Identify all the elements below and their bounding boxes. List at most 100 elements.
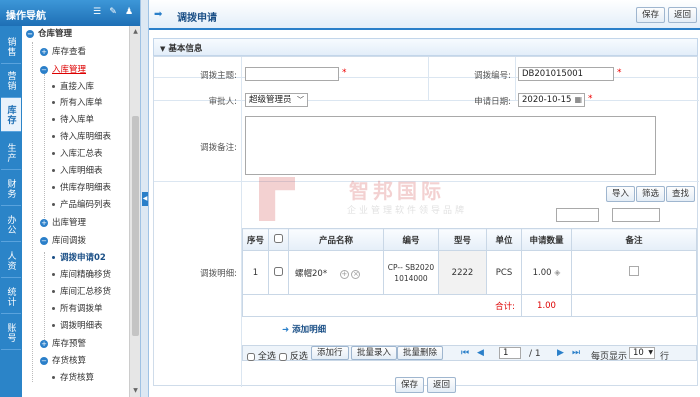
page-input[interactable]: 1 (499, 347, 521, 359)
date-label: 申请日期: (474, 97, 511, 107)
detail-table: 序号 产品名称 编号 型号 单位 申请数量 备注 1 螺帽20* + × CP-… (242, 228, 697, 317)
tab-office[interactable]: 办公 (1, 208, 21, 242)
tree-scrollbar[interactable]: ▲ ▼ (129, 26, 140, 397)
tab-production[interactable]: 生产 (1, 136, 21, 170)
detail-filter-input-2[interactable] (612, 208, 660, 222)
list-icon[interactable]: ☰ (92, 7, 102, 17)
invert-checkbox[interactable]: 反选 (279, 349, 308, 362)
first-page-icon[interactable]: ⏮ (461, 348, 469, 358)
tree-root[interactable]: − 仓库管理 (26, 26, 72, 42)
select-all-checkbox[interactable]: 全选 (247, 349, 276, 362)
total-value: 1.00 (521, 294, 572, 317)
subject-label: 调拨主题: (200, 71, 237, 81)
collapse-icon[interactable]: − (26, 29, 34, 38)
header-checkbox[interactable] (274, 233, 283, 243)
chevron-down-icon[interactable]: ﹀ (297, 94, 304, 106)
add-detail-link[interactable]: ➜ 添加明细 (282, 323, 326, 335)
tree-item[interactable]: 存货核算 (52, 370, 94, 386)
scroll-down-icon[interactable]: ▼ (132, 387, 139, 394)
tree-item[interactable]: 调拨明细表 (52, 318, 103, 334)
tree-item[interactable]: 库间精确移货 (52, 267, 111, 283)
footer-save-button[interactable]: 保存 (395, 377, 425, 393)
tree-inbound[interactable]: − 入库管理 (40, 62, 86, 78)
column-header: 型号 (438, 228, 487, 251)
footer-back-button[interactable]: 返回 (427, 377, 457, 393)
date-input[interactable]: 2020-10-15 ▦ (518, 93, 585, 107)
tree-accounting[interactable]: − 存货核算 (40, 353, 86, 369)
number-input[interactable]: DB201015001 (518, 67, 614, 81)
wrench-icon[interactable]: ✎ (108, 7, 118, 17)
column-header: 申请数量 (521, 228, 572, 251)
detail-filter-input[interactable] (556, 208, 599, 222)
tab-finance[interactable]: 财务 (1, 172, 21, 206)
collapse-arrow-icon[interactable]: ◀ (142, 192, 148, 206)
tree-item[interactable]: 入库汇总表 (52, 146, 103, 162)
detail-label: 调拨明细: (200, 269, 237, 279)
collapse-icon[interactable]: − (40, 356, 48, 365)
tree-item[interactable]: 所有调拨单 (52, 301, 103, 317)
per-page-select[interactable]: 10 ▼ (629, 347, 655, 359)
section-header[interactable]: ▼ 基本信息 (153, 38, 698, 56)
subject-input[interactable] (245, 67, 339, 81)
scroll-thumb[interactable] (132, 116, 139, 336)
tree-item[interactable]: 直接入库 (52, 79, 94, 95)
tree-item[interactable]: 所有入库单 (52, 95, 103, 111)
tree-outbound[interactable]: + 出库管理 (40, 215, 86, 231)
remove-circle-icon[interactable]: × (351, 269, 361, 279)
filter-button[interactable]: 筛选 (636, 186, 666, 202)
tree-item-active[interactable]: 调拨申请02 (52, 250, 106, 266)
table-row: 1 螺帽20* + × CP-- SB20201014000 2222 PCS … (242, 250, 697, 295)
add-row-button[interactable]: 添加行 (311, 346, 349, 360)
tab-hr[interactable]: 人资 (1, 244, 21, 278)
panel-splitter[interactable]: ◀ (140, 0, 149, 397)
row-checkbox[interactable] (274, 266, 283, 276)
search-button[interactable]: 查找 (666, 186, 696, 202)
next-page-icon[interactable]: ▶ (557, 348, 564, 358)
tree-stock-view[interactable]: + 库存查看 (40, 44, 86, 60)
last-page-icon[interactable]: ⏭ (572, 348, 580, 358)
collapse-icon[interactable]: − (40, 65, 48, 74)
tab-account[interactable]: 账号 (1, 316, 21, 350)
nav-tree: − 仓库管理 + 库存查看 − 入库管理 直接入库 所有入库单 待入库单 待入库明细表… (22, 26, 129, 397)
chevron-down-icon[interactable]: ▼ (648, 348, 653, 358)
remark-cell[interactable] (571, 250, 697, 295)
collapse-icon[interactable]: − (40, 236, 48, 245)
tab-sales[interactable]: 销售 (1, 30, 21, 64)
expand-icon[interactable]: + (40, 339, 48, 348)
user-icon[interactable]: ♟ (124, 7, 134, 17)
sidebar-title: 操作导航 (6, 11, 46, 22)
tree-item[interactable]: 待入库明细表 (52, 129, 111, 145)
tree-item[interactable]: 库间汇总移货 (52, 284, 111, 300)
expand-icon[interactable]: + (40, 47, 48, 56)
approver-select[interactable]: 超级管理员 ﹀ (245, 93, 308, 107)
tree-item[interactable]: 供库存明细表 (52, 180, 111, 196)
watermark-slogan: 企业管理软件领导品牌 (347, 206, 468, 216)
total-row: 合计: 1.00 (242, 294, 697, 317)
qty-cell[interactable]: 1.00 ◈ (521, 250, 572, 295)
column-header: 编号 (383, 228, 439, 251)
batch-import-button[interactable]: 批量录入 (351, 346, 398, 360)
tab-inventory[interactable]: 库存 (1, 98, 21, 132)
tree-item[interactable]: 待入库单 (52, 112, 94, 128)
save-button[interactable]: 保存 (636, 7, 666, 23)
batch-delete-button[interactable]: 批量删除 (397, 346, 444, 360)
expand-icon[interactable]: + (40, 218, 48, 227)
required-mark: * (342, 68, 347, 78)
calendar-icon[interactable]: ▦ (574, 94, 582, 106)
tab-statistics[interactable]: 统计 (1, 280, 21, 314)
edit-remark-icon[interactable] (629, 266, 639, 276)
tree-warning[interactable]: + 库存预警 (40, 336, 86, 352)
tree-item[interactable]: 产品编码列表 (52, 197, 111, 213)
remark-textarea[interactable] (245, 116, 656, 175)
scroll-up-icon[interactable]: ▲ (132, 28, 139, 35)
model-cell: 2222 (438, 250, 487, 295)
tree-item[interactable]: 入库明细表 (52, 163, 103, 179)
product-name[interactable]: 螺帽20* (295, 269, 327, 279)
back-button[interactable]: 返回 (668, 7, 698, 23)
add-circle-icon[interactable]: + (339, 269, 349, 279)
tab-marketing[interactable]: 营销 (1, 64, 21, 98)
stepper-icon[interactable]: ◈ (554, 268, 560, 277)
prev-page-icon[interactable]: ◀ (477, 348, 484, 358)
tree-transfer[interactable]: − 库间调拨 (40, 233, 86, 249)
import-button[interactable]: 导入 (606, 186, 636, 202)
